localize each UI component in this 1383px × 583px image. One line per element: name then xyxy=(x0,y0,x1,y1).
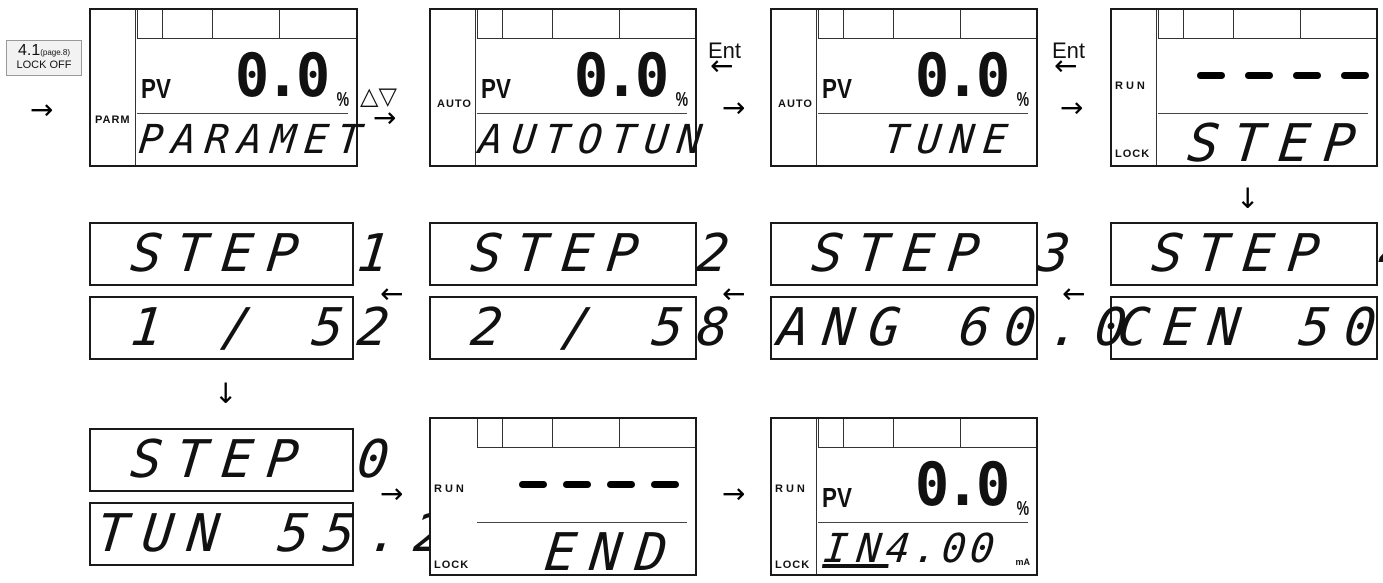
lcd-top-strip xyxy=(1158,10,1376,39)
pv-value: 0.0 xyxy=(234,41,329,111)
dash-segment xyxy=(607,481,635,488)
lcd-input-label: IN xyxy=(821,526,893,572)
lcd-message: TUNE xyxy=(881,117,1019,163)
lcd-step-value: 2 / 58 xyxy=(467,298,746,358)
lcd-step1-top: STEP 1 xyxy=(89,222,406,286)
reference-page: (page.8) xyxy=(40,48,71,57)
lcd-screen-end: RUN LOCK END xyxy=(429,417,697,583)
lcd-step-value: TUN 55.2 xyxy=(93,504,463,564)
percent-unit: % xyxy=(675,89,689,111)
lock-label: LOCK xyxy=(775,559,811,571)
lcd-step-title: STEP 1 xyxy=(127,224,406,284)
lcd-step-title: STEP 3 xyxy=(808,224,1087,284)
arrow-left-under-ent: ← xyxy=(1054,49,1078,82)
lcd-message: STEP 5 xyxy=(1184,114,1373,174)
lcd-screen-autotun: AUTO PV 0.0 % AUTOTUN xyxy=(429,8,713,167)
lcd-step0-top: STEP 0 xyxy=(89,428,406,492)
lcd-step3-top: STEP 3 xyxy=(770,222,1087,286)
percent-unit: % xyxy=(1016,498,1030,520)
lock-label: LOCK xyxy=(1115,148,1151,160)
pv-value: 0.0 xyxy=(914,41,1009,111)
lcd-input-value: 4.00 xyxy=(883,526,1001,572)
arrow-right: → xyxy=(380,477,404,510)
dash-segment xyxy=(1245,72,1273,79)
dash-segment xyxy=(651,481,679,488)
lcd-step0-bottom: TUN 55.2 xyxy=(89,502,463,566)
reference-label: LOCK OFF xyxy=(16,59,72,71)
percent-unit: % xyxy=(1016,89,1030,111)
lcd-step-value: 1 / 52 xyxy=(127,298,406,358)
lcd-divider xyxy=(137,113,348,114)
lcd-left-column xyxy=(91,10,136,165)
lcd-screen-step5: RUN LOCK STEP 5 xyxy=(1110,8,1378,174)
lcd-step-title: STEP 4 xyxy=(1148,224,1383,284)
pv-label: PV xyxy=(822,482,852,513)
lcd-divider xyxy=(818,113,1028,114)
dash-segment xyxy=(563,481,591,488)
lcd-top-strip xyxy=(137,10,356,39)
lcd-left-column xyxy=(431,10,476,165)
lcd-step1-bottom: 1 / 52 xyxy=(89,296,406,360)
pv-label: PV xyxy=(822,73,852,104)
lock-label: LOCK xyxy=(434,559,470,571)
percent-unit: % xyxy=(336,89,350,111)
lcd-left-column xyxy=(772,419,817,574)
arrow-right: → xyxy=(30,93,54,126)
lcd-top-strip xyxy=(477,419,695,448)
dash-segment xyxy=(1341,72,1369,79)
mode-label: AUTO xyxy=(437,98,472,110)
arrow-right: → xyxy=(722,477,746,510)
reference-badge: 4.1(page.8) LOCK OFF xyxy=(6,40,82,76)
lcd-step2-bottom: 2 / 58 xyxy=(429,296,746,360)
pv-value: 0.0 xyxy=(914,450,1009,520)
pv-label: PV xyxy=(481,73,511,104)
lcd-divider xyxy=(477,113,687,114)
lcd-step4-top: STEP 4 xyxy=(1110,222,1383,286)
lcd-top-strip xyxy=(818,419,1036,448)
lcd-step-value: CEN 50.0 xyxy=(1114,298,1383,358)
lcd-step-title: STEP 0 xyxy=(127,430,406,490)
lcd-left-column xyxy=(772,10,817,165)
ma-unit: mA xyxy=(1015,557,1030,567)
lcd-step3-bottom: ANG 60.0 xyxy=(770,296,1144,360)
run-label: RUN xyxy=(775,483,808,495)
dash-segment xyxy=(519,481,547,488)
mode-label: PARM xyxy=(95,114,131,126)
arrow-down: ↓ xyxy=(214,377,238,410)
lcd-message: AUTOTUN xyxy=(476,117,713,163)
lcd-top-strip xyxy=(477,10,695,39)
run-label: RUN xyxy=(434,483,467,495)
arrow-left-under-ent: ← xyxy=(710,49,734,82)
pv-label: PV xyxy=(141,73,171,104)
lcd-step-value: ANG 60.0 xyxy=(774,298,1144,358)
arrow-right: → xyxy=(373,101,397,134)
arrow-right: → xyxy=(1060,91,1084,124)
lcd-screen-final: RUN LOCK PV 0.0 % IN 4.00 mA xyxy=(770,417,1038,576)
arrow-right: → xyxy=(722,91,746,124)
arrow-down: ↓ xyxy=(1236,182,1260,215)
lcd-message: END xyxy=(541,523,685,583)
lcd-step2-top: STEP 2 xyxy=(429,222,746,286)
lcd-screen-parameter: PARM PV 0.0 % PARAMET xyxy=(89,8,373,167)
lcd-step4-bottom: CEN 50.0 xyxy=(1110,296,1383,360)
lcd-step-title: STEP 2 xyxy=(467,224,746,284)
mode-label: AUTO xyxy=(778,98,813,110)
reference-section: 4.1 xyxy=(17,42,41,59)
pv-value: 0.0 xyxy=(573,41,668,111)
run-label: RUN xyxy=(1115,80,1148,92)
lcd-divider xyxy=(818,522,1028,523)
lcd-message: PARAMET xyxy=(136,117,373,163)
dash-segment xyxy=(1293,72,1321,79)
lcd-screen-tune: AUTO PV 0.0 % TUNE xyxy=(770,8,1038,167)
dash-segment xyxy=(1197,72,1225,79)
lcd-top-strip xyxy=(818,10,1036,39)
